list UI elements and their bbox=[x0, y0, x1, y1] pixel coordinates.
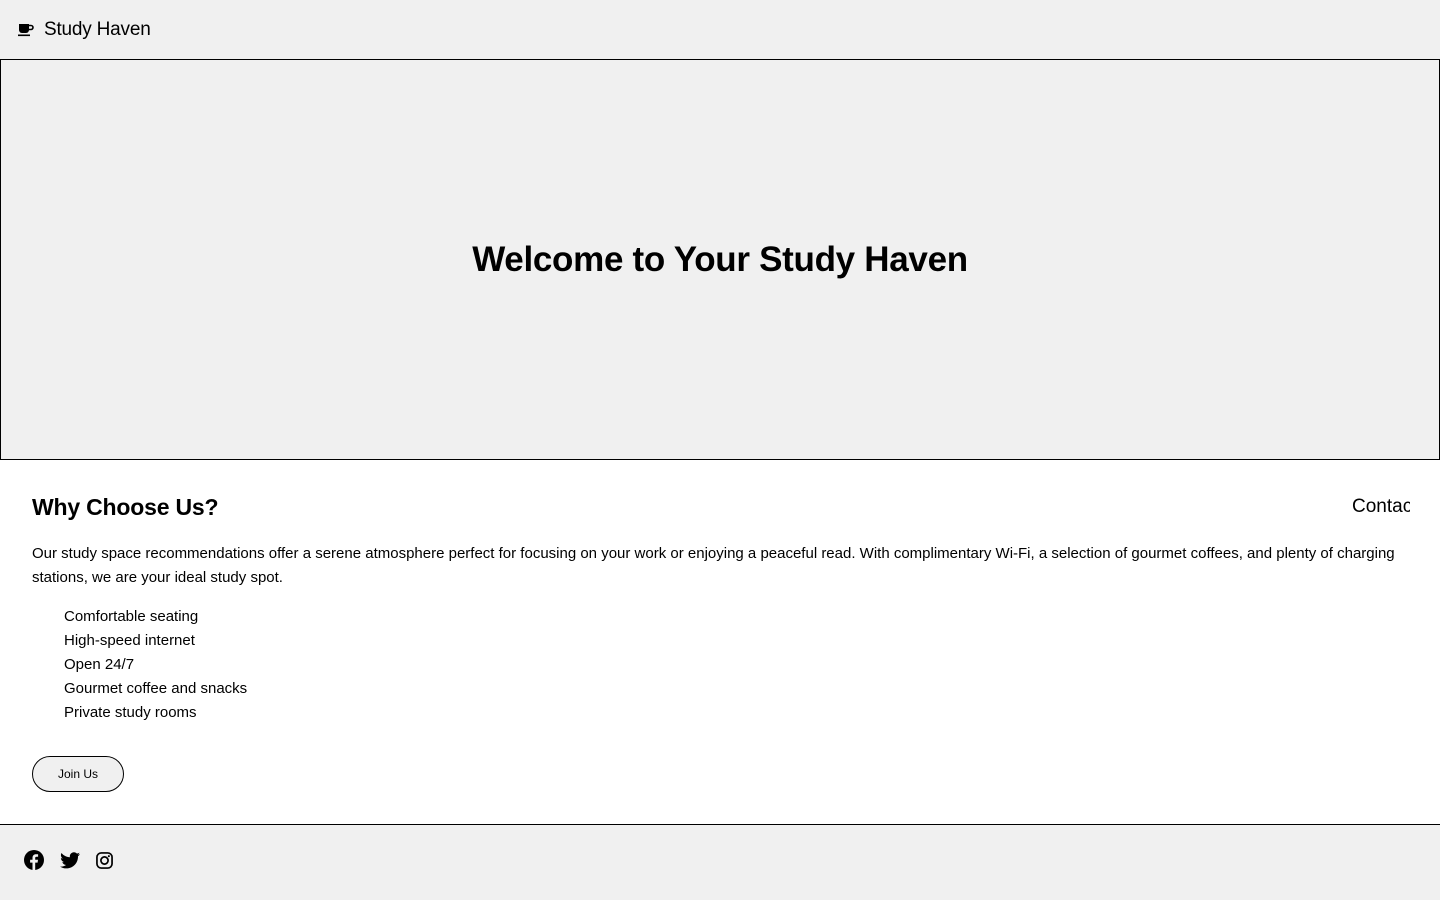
brand-name: Study Haven bbox=[44, 19, 151, 40]
list-item: Gourmet coffee and snacks bbox=[64, 680, 248, 697]
features-list: Comfortable seating High-speed internet … bbox=[64, 605, 247, 725]
footer bbox=[0, 824, 1440, 900]
facebook-icon bbox=[24, 850, 44, 875]
twitter-icon bbox=[60, 851, 80, 874]
hero-title: Welcome to Your Study Haven bbox=[472, 239, 968, 279]
nav-link-contact[interactable]: Contact bbox=[1352, 496, 1410, 518]
main-content: Why Choose Us? Contact Our study space r… bbox=[0, 460, 1440, 824]
twitter-link[interactable] bbox=[60, 851, 80, 874]
brand-link[interactable]: Study Haven bbox=[18, 19, 151, 41]
hero-banner: Welcome to Your Study Haven bbox=[0, 59, 1440, 460]
facebook-link[interactable] bbox=[24, 850, 44, 875]
list-item: Comfortable seating bbox=[64, 608, 199, 625]
list-item: Private study rooms bbox=[64, 704, 197, 721]
section-title: Why Choose Us? bbox=[32, 494, 219, 520]
join-us-button[interactable]: Join Us bbox=[32, 756, 124, 792]
list-item: Open 24/7 bbox=[64, 656, 135, 673]
coffee-cup-icon bbox=[18, 22, 34, 38]
instagram-link[interactable] bbox=[96, 851, 113, 874]
top-bar: Study Haven bbox=[0, 0, 1440, 60]
instagram-icon bbox=[96, 851, 113, 874]
list-item: High-speed internet bbox=[64, 632, 195, 649]
description-text: Our study space recommendations offer a … bbox=[32, 545, 1395, 586]
